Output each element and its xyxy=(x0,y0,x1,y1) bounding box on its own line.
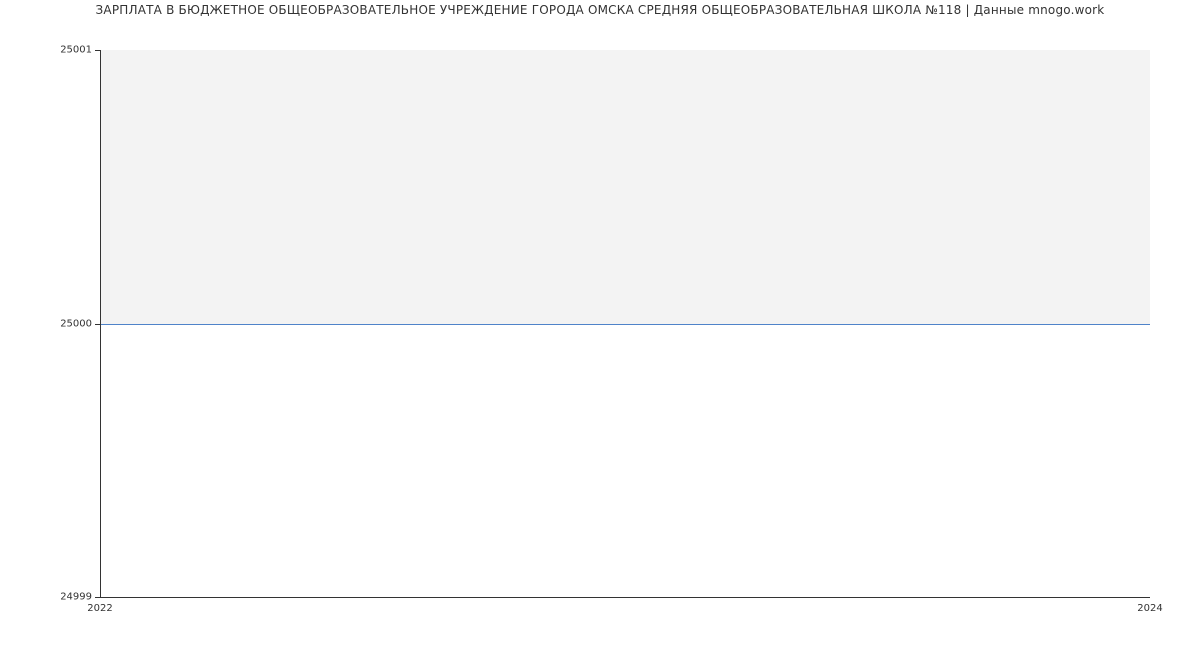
chart-fill xyxy=(100,50,1150,324)
x-tick-label: 2022 xyxy=(87,603,112,614)
y-tick-label: 24999 xyxy=(0,592,92,603)
chart-title: ЗАРПЛАТА В БЮДЖЕТНОЕ ОБЩЕОБРАЗОВАТЕЛЬНОЕ… xyxy=(0,3,1200,17)
chart-figure: ЗАРПЛАТА В БЮДЖЕТНОЕ ОБЩЕОБРАЗОВАТЕЛЬНОЕ… xyxy=(0,0,1200,650)
axis-spine-bottom xyxy=(100,597,1150,598)
y-tick-label: 25001 xyxy=(0,45,92,56)
axis-spine-left xyxy=(100,50,101,597)
y-tick-mark xyxy=(95,597,100,598)
x-tick-label: 2024 xyxy=(1137,603,1162,614)
plot-area xyxy=(100,50,1150,597)
y-tick-label: 25000 xyxy=(0,318,92,329)
chart-line xyxy=(100,324,1150,325)
y-tick-mark xyxy=(95,50,100,51)
y-tick-mark xyxy=(95,324,100,325)
